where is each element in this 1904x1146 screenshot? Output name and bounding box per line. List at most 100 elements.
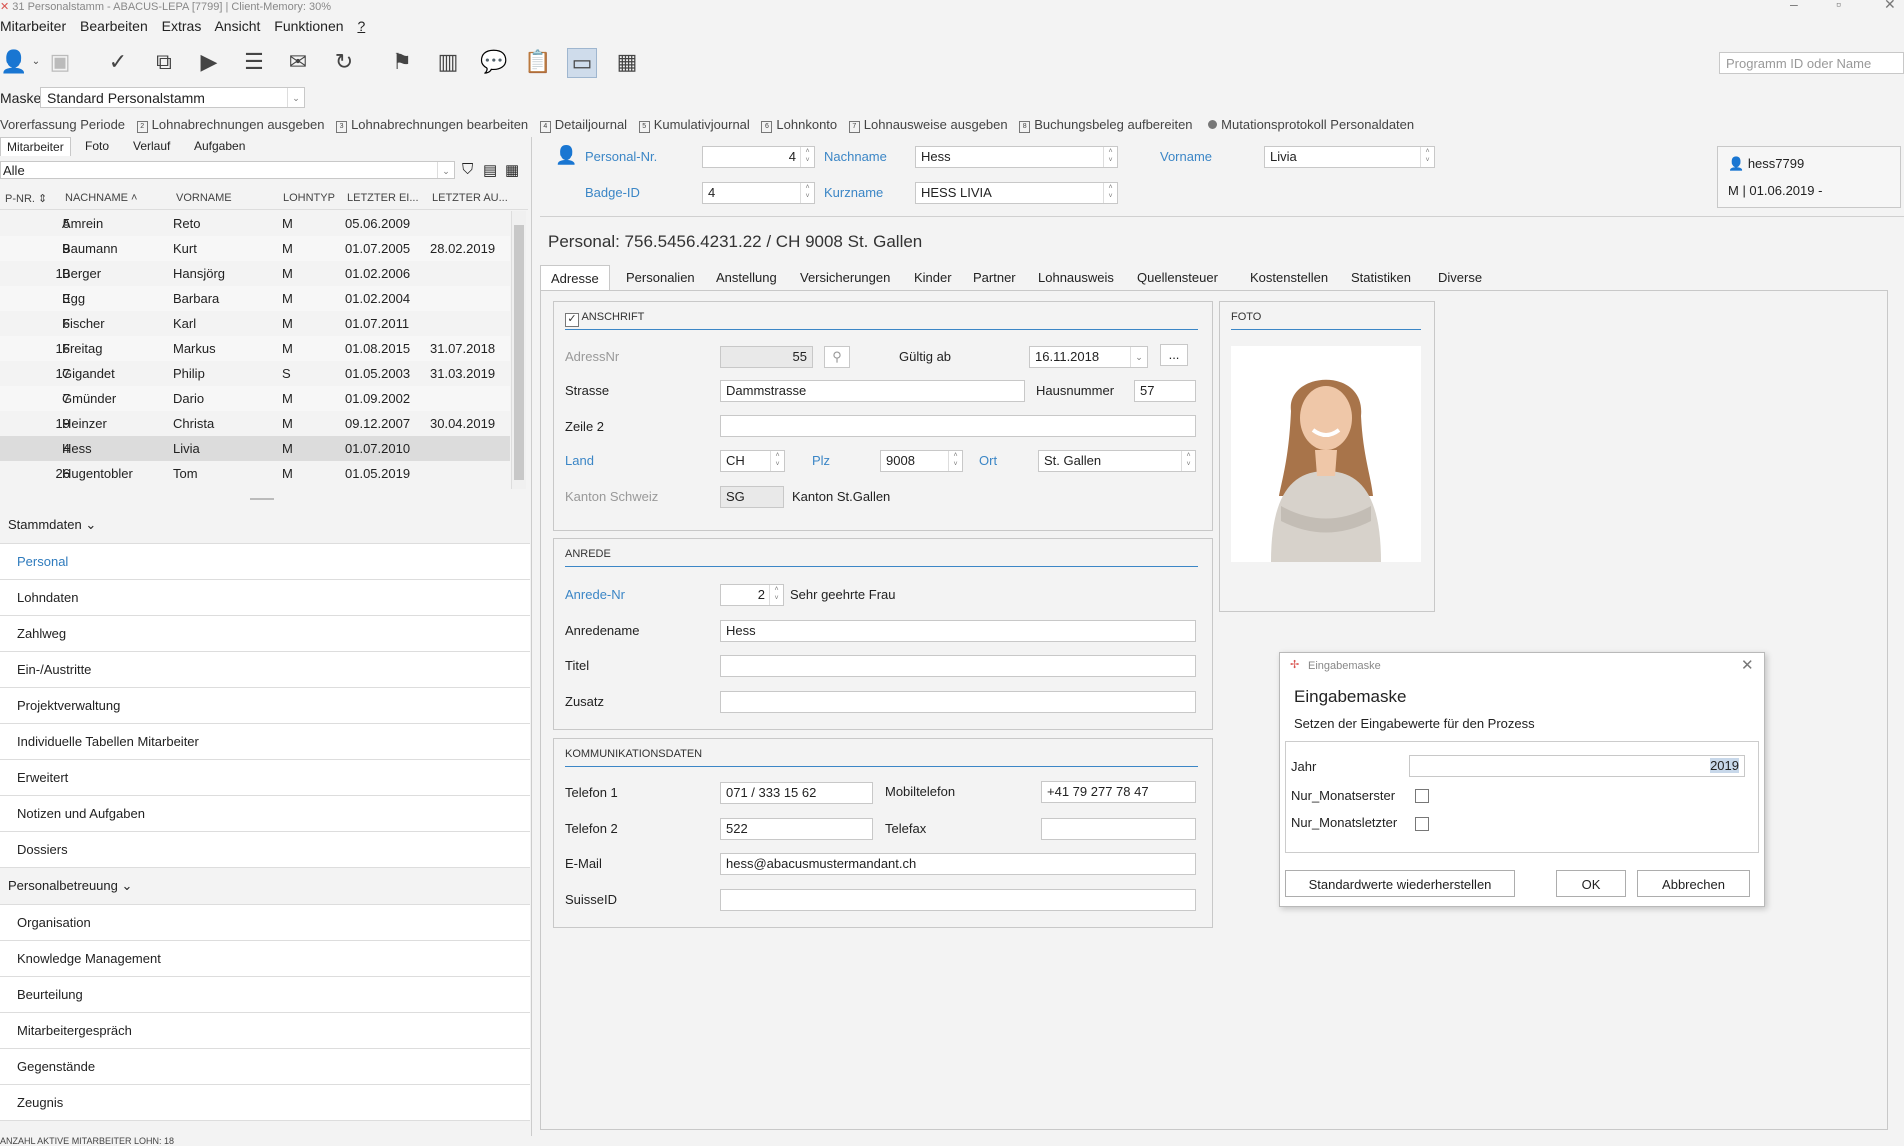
columns-icon[interactable]: ▤ bbox=[483, 161, 497, 179]
table-row[interactable]: 26 Hugentobler Tom M 01.05.2019 bbox=[0, 461, 510, 486]
tab-partner[interactable]: Partner bbox=[963, 265, 1026, 291]
nav-item-beurteilung[interactable]: Beurteilung bbox=[0, 977, 530, 1013]
mobil-field[interactable]: +41 79 277 78 47 bbox=[1041, 781, 1196, 803]
nav-item-mitarbeitergespraech[interactable]: Mitarbeitergespräch bbox=[0, 1013, 530, 1049]
table-row[interactable]: 10 Berger Hansjörg M 01.02.2006 bbox=[0, 261, 510, 286]
zeile2-field[interactable] bbox=[720, 415, 1196, 437]
scroll-thumb[interactable] bbox=[514, 225, 524, 480]
chat-icon[interactable]: 💬 bbox=[480, 48, 508, 76]
nav-item-ein-austritte[interactable]: Ein-/Austritte bbox=[0, 652, 530, 688]
tab-verlauf[interactable]: Verlauf bbox=[127, 137, 176, 155]
badge-field[interactable]: 4 ˄ ˅ bbox=[702, 182, 815, 204]
nav-item-projektverwaltung[interactable]: Projektverwaltung bbox=[0, 688, 530, 724]
menu-help[interactable]: ? bbox=[357, 18, 365, 34]
checkbox-checked-icon[interactable]: ✓ bbox=[565, 313, 579, 327]
tab-kostenstellen[interactable]: Kostenstellen bbox=[1240, 265, 1338, 291]
col-pnr[interactable]: P-NR. ⇕ bbox=[5, 192, 47, 205]
tab-diverse[interactable]: Diverse bbox=[1428, 265, 1492, 291]
action-lohnabrechnungen-ausgeben[interactable]: 2 Lohnabrechnungen ausgeben bbox=[136, 117, 329, 133]
spinner-icon[interactable]: ˄ ˅ bbox=[1103, 183, 1117, 203]
telefax-field[interactable] bbox=[1041, 818, 1196, 840]
table-row[interactable]: 9 Baumann Kurt M 01.07.2005 28.02.2019 bbox=[0, 236, 510, 261]
col-aus[interactable]: LETZTER AU... bbox=[432, 192, 508, 204]
more-button[interactable]: ... bbox=[1160, 344, 1188, 366]
tab-aufgaben[interactable]: Aufgaben bbox=[188, 137, 251, 155]
tab-lohnausweis[interactable]: Lohnausweis bbox=[1028, 265, 1124, 291]
tab-quellensteuer[interactable]: Quellensteuer bbox=[1127, 265, 1228, 291]
spinner-icon[interactable]: ˄ ˅ bbox=[1181, 451, 1195, 471]
nav-item-notizen[interactable]: Notizen und Aufgaben bbox=[0, 796, 530, 832]
table-row[interactable]: 6 Fischer Karl M 01.07.2011 bbox=[0, 311, 510, 336]
nav-item-erweitert[interactable]: Erweitert bbox=[0, 760, 530, 796]
spinner-icon[interactable]: ˄ ˅ bbox=[1103, 147, 1117, 167]
menu-mitarbeiter[interactable]: Mitarbeiter bbox=[0, 18, 66, 34]
refresh-icon[interactable]: ↻ bbox=[330, 48, 358, 76]
jahr-field[interactable]: 2019 bbox=[1409, 755, 1745, 777]
table-row[interactable]: 19 Heinzer Christa M 09.12.2007 30.04.20… bbox=[0, 411, 510, 436]
table-row[interactable]: 7 Gmünder Dario M 01.09.2002 bbox=[0, 386, 510, 411]
play-icon[interactable]: ▶ bbox=[195, 48, 223, 76]
mail-icon[interactable]: ✉ bbox=[284, 48, 312, 76]
col-nachname[interactable]: NACHNAME ˄ bbox=[65, 192, 137, 204]
monatserster-checkbox[interactable] bbox=[1415, 789, 1429, 803]
vorname-field[interactable]: Livia ˄ ˅ bbox=[1264, 146, 1435, 168]
nav-section-stammdaten[interactable]: Stammdaten ⌄ bbox=[0, 507, 530, 544]
tab-anstellung[interactable]: Anstellung bbox=[706, 265, 787, 291]
nav-item-zeugnis[interactable]: Zeugnis bbox=[0, 1085, 530, 1121]
menu-bearbeiten[interactable]: Bearbeiten bbox=[80, 18, 148, 34]
spinner-icon[interactable]: ˄ ˅ bbox=[1420, 147, 1434, 167]
action-lohnabrechnungen-bearbeiten[interactable]: 3 Lohnabrechnungen bearbeiten bbox=[336, 117, 532, 133]
anrede-nr-field[interactable]: 2 ˄ ˅ bbox=[720, 584, 784, 606]
monatsletzter-checkbox[interactable] bbox=[1415, 817, 1429, 831]
table-row[interactable]: 16 Freitag Markus M 01.08.2015 31.07.201… bbox=[0, 336, 510, 361]
nav-item-personal[interactable]: Personal bbox=[0, 544, 530, 580]
nav-item-knowledge[interactable]: Knowledge Management bbox=[0, 941, 530, 977]
strasse-field[interactable]: Dammstrasse bbox=[720, 380, 1025, 402]
telefon1-field[interactable]: 071 / 333 15 62 bbox=[720, 782, 873, 804]
telefon2-field[interactable]: 522 bbox=[720, 818, 873, 840]
nav-item-organisation[interactable]: Organisation bbox=[0, 905, 530, 941]
grid-scrollbar[interactable] bbox=[511, 211, 526, 489]
filter-icon[interactable]: ⛉ bbox=[462, 161, 473, 178]
dialog-close-icon[interactable]: ✕ bbox=[1741, 656, 1754, 674]
nav-section-personalbetreuung[interactable]: Personalbetreuung ⌄ bbox=[0, 868, 530, 905]
titel-field[interactable] bbox=[720, 655, 1196, 677]
hausnr-field[interactable]: 57 bbox=[1134, 380, 1196, 402]
table-row[interactable]: 3 Egg Barbara M 01.02.2004 bbox=[0, 286, 510, 311]
save-icon[interactable]: ▣ bbox=[46, 48, 74, 76]
close-icon[interactable]: ✕ bbox=[1884, 0, 1896, 13]
action-vorerfassung[interactable]: Vorerfassung Periode bbox=[0, 117, 129, 132]
signpost-icon[interactable]: ⚑ bbox=[388, 48, 416, 76]
maximize-icon[interactable]: ▫ bbox=[1836, 0, 1841, 12]
grid-icon[interactable]: ▦ bbox=[505, 161, 519, 179]
menu-ansicht[interactable]: Ansicht bbox=[214, 18, 260, 34]
personal-nr-field[interactable]: 4 ˄ ˅ bbox=[702, 146, 815, 168]
action-buchungsbeleg[interactable]: 8 Buchungsbeleg aufbereiten bbox=[1019, 117, 1196, 133]
tab-statistiken[interactable]: Statistiken bbox=[1341, 265, 1421, 291]
tab-mitarbeiter[interactable]: Mitarbeiter bbox=[0, 137, 71, 156]
anredename-field[interactable]: Hess bbox=[720, 620, 1196, 642]
nav-item-dossiers[interactable]: Dossiers bbox=[0, 832, 530, 868]
barcode-icon[interactable]: ▥ bbox=[434, 48, 462, 76]
gueltig-field[interactable]: 16.11.2018 ⌄ bbox=[1029, 346, 1148, 368]
nav-item-lohndaten[interactable]: Lohndaten bbox=[0, 580, 530, 616]
menu-extras[interactable]: Extras bbox=[162, 18, 202, 34]
kurzname-field[interactable]: HESS LIVIA ˄ ˅ bbox=[915, 182, 1118, 204]
tab-foto[interactable]: Foto bbox=[79, 137, 115, 155]
window-icon[interactable]: ▭ bbox=[567, 48, 597, 78]
spinner-icon[interactable]: ˄ ˅ bbox=[800, 147, 814, 167]
table-row[interactable]: 17 Gigandet Philip S 01.05.2003 31.03.20… bbox=[0, 361, 510, 386]
tab-personalien[interactable]: Personalien bbox=[616, 265, 705, 291]
panel-divider[interactable] bbox=[531, 137, 532, 1136]
copy-icon[interactable]: ⧉ bbox=[150, 48, 178, 76]
col-lohntyp[interactable]: LOHNTYP bbox=[283, 192, 335, 204]
action-lohnausweise[interactable]: 7 Lohnausweise ausgeben bbox=[848, 117, 1012, 133]
table-row[interactable]: 5 Amrein Reto M 05.06.2009 bbox=[0, 211, 510, 236]
spinner-icon[interactable]: ˄ ˅ bbox=[770, 451, 784, 471]
ort-field[interactable]: St. Gallen ˄ ˅ bbox=[1038, 450, 1196, 472]
tab-kinder[interactable]: Kinder bbox=[904, 265, 962, 291]
nachname-field[interactable]: Hess ˄ ˅ bbox=[915, 146, 1118, 168]
action-kumulativjournal[interactable]: 5 Kumulativjournal bbox=[638, 117, 754, 133]
table-row-selected[interactable]: 4 Hess Livia M 01.07.2010 bbox=[0, 436, 510, 461]
spinner-icon[interactable]: ˄ ˅ bbox=[800, 183, 814, 203]
